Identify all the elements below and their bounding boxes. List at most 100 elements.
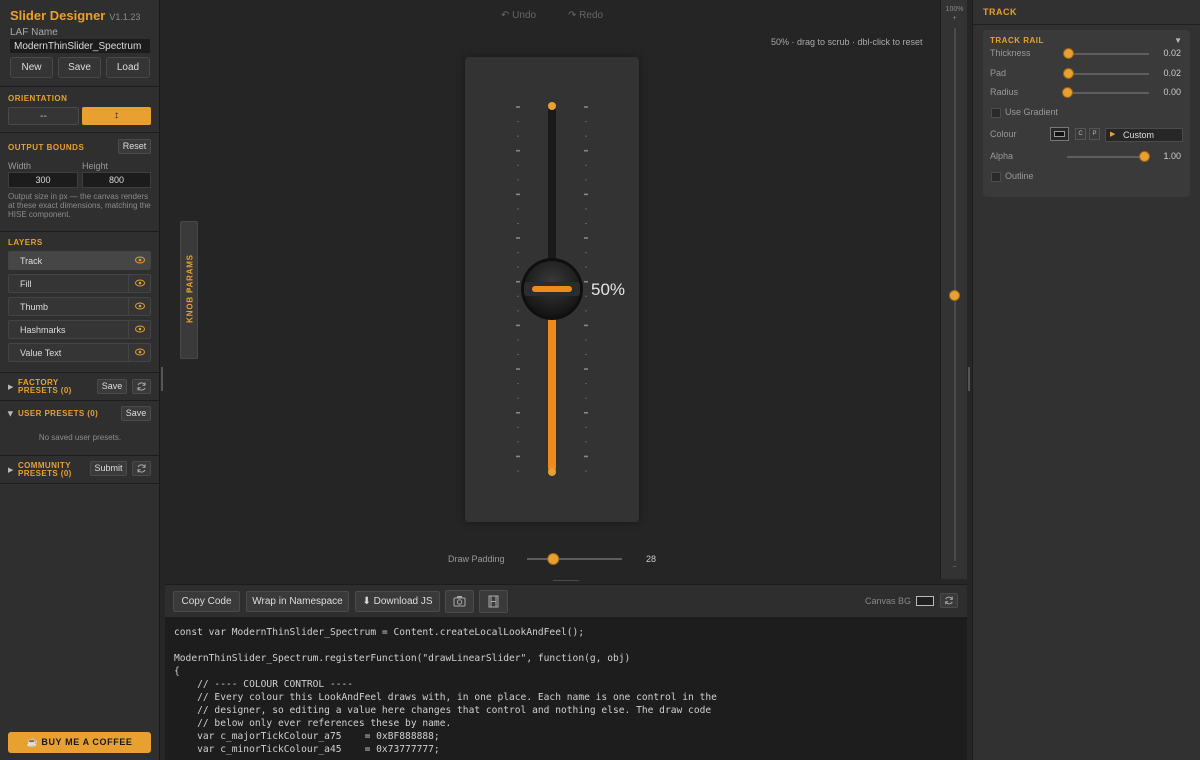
colour-copy-button[interactable]: C	[1075, 128, 1086, 140]
outline-checkbox[interactable]	[991, 172, 1001, 182]
expand-caret-icon[interactable]: ▶	[8, 466, 13, 474]
wrap-namespace-button[interactable]: Wrap in Namespace	[246, 591, 349, 612]
layer-label: Hashmarks	[20, 325, 66, 335]
expand-caret-icon[interactable]: ▶	[8, 383, 13, 391]
thickness-value: 0.02	[1163, 48, 1181, 58]
knob-params-tab[interactable]: KNOB PARAMS ›	[180, 221, 198, 359]
height-input[interactable]: 800	[82, 172, 151, 188]
laf-name-input[interactable]	[10, 39, 150, 53]
layer-item-value-text[interactable]: Value Text	[8, 343, 151, 362]
resize-grip[interactable]	[553, 580, 579, 581]
user-presets-empty-note: No saved user presets.	[38, 433, 122, 442]
slider-thumb[interactable]	[521, 258, 583, 320]
refresh-icon[interactable]	[132, 379, 151, 394]
radius-thumb[interactable]	[1062, 87, 1073, 98]
output-bounds-title: OUTPUT BOUNDS	[8, 143, 85, 152]
layer-label: Value Text	[20, 348, 62, 358]
factory-presets-title[interactable]: FACTORY PRESETS (0)	[18, 379, 72, 395]
orientation-horizontal-button[interactable]: --	[8, 107, 79, 125]
zoom-thumb[interactable]	[949, 289, 960, 301]
alpha-label: Alpha	[990, 151, 1014, 161]
colour-mode-dropdown[interactable]: ▶ Custom	[1105, 128, 1183, 142]
track-rail-title[interactable]: TRACK RAIL	[990, 36, 1044, 45]
use-gradient-checkbox[interactable]	[991, 108, 1001, 118]
pad-track[interactable]	[1067, 73, 1149, 75]
chevron-right-icon: ›	[187, 286, 190, 295]
colour-swatch[interactable]	[1050, 127, 1069, 141]
app-title: Slider Designer V1.1.23	[10, 8, 141, 23]
user-presets-title[interactable]: USER PRESETS (0)	[18, 410, 98, 418]
divider	[0, 372, 160, 373]
layer-item-fill[interactable]: Fill	[8, 274, 151, 293]
alpha-track[interactable]	[1067, 156, 1149, 158]
community-submit-button[interactable]: Submit	[90, 461, 127, 476]
canvas-bg-swatch[interactable]	[916, 596, 934, 606]
code-editor[interactable]: const var ModernThinSlider_Spectrum = Co…	[165, 617, 967, 760]
thickness-track[interactable]	[1067, 53, 1149, 55]
track-rail-card: TRACK RAIL ▼ Thickness 0.02 Pad 0.02 Rad…	[983, 30, 1190, 197]
draw-padding-value: 28	[646, 554, 657, 564]
code-toolbar: Copy Code Wrap in Namespace ⬇ Download J…	[165, 584, 967, 617]
divider	[0, 400, 160, 401]
use-gradient-label: Use Gradient	[1005, 107, 1059, 117]
layer-item-hashmarks[interactable]: Hashmarks	[8, 320, 151, 339]
visibility-eye-icon[interactable]	[128, 298, 150, 315]
width-input[interactable]: 300	[8, 172, 78, 188]
orientation-vertical-button[interactable]: ↕	[82, 107, 151, 125]
buy-me-a-coffee-button[interactable]: ☕ BUY ME A COFFEE	[8, 732, 151, 753]
refresh-icon[interactable]	[940, 593, 958, 608]
code-line: {	[174, 666, 180, 677]
pad-thumb[interactable]	[1063, 68, 1075, 79]
code-line: // below only ever references these by n…	[174, 718, 452, 729]
draw-padding-thumb[interactable]	[547, 553, 560, 565]
pad-value: 0.02	[1163, 68, 1181, 78]
visibility-eye-icon[interactable]	[128, 321, 150, 338]
properties-panel: TRACK TRACK RAIL ▼ Thickness 0.02 Pad 0.…	[972, 0, 1200, 760]
app-version: V1.1.23	[109, 12, 141, 22]
reset-bounds-button[interactable]: Reset	[118, 139, 151, 154]
layer-label: Track	[20, 256, 43, 266]
load-button[interactable]: Load	[106, 57, 150, 78]
divider	[0, 86, 160, 87]
layer-label: Fill	[20, 279, 32, 289]
camera-icon[interactable]	[445, 590, 474, 613]
collapse-icon[interactable]: ▼	[1174, 36, 1182, 45]
colour-paste-button[interactable]: P	[1089, 128, 1100, 140]
visibility-eye-icon[interactable]	[128, 252, 150, 269]
factory-presets-save-button[interactable]: Save	[97, 379, 127, 394]
film-strip-icon[interactable]	[479, 590, 508, 613]
visibility-eye-icon[interactable]	[128, 344, 150, 361]
zoom-in-icon[interactable]: +	[941, 15, 968, 22]
collapse-caret-icon[interactable]: ▶	[7, 411, 15, 416]
alpha-value: 1.00	[1163, 151, 1181, 161]
zoom-strip: 100% + −	[940, 0, 967, 579]
right-splitter-handle[interactable]	[968, 367, 970, 391]
radius-value: 0.00	[1163, 87, 1181, 97]
radius-track[interactable]	[1067, 92, 1149, 94]
copy-code-button[interactable]: Copy Code	[173, 591, 240, 612]
divider	[0, 132, 160, 133]
layer-item-track[interactable]: Track	[8, 251, 151, 270]
redo-button[interactable]: ↷ Redo	[568, 10, 603, 21]
new-button[interactable]: New	[10, 57, 53, 78]
laf-name-label: LAF Name	[10, 27, 58, 38]
outline-label: Outline	[1005, 171, 1034, 181]
layer-item-thumb[interactable]: Thumb	[8, 297, 151, 316]
slider-designer-app: Slider DesignerV1.1.23 LAF Name New Save…	[0, 0, 1200, 760]
left-splitter-handle[interactable]	[161, 367, 163, 391]
save-button[interactable]: Save	[58, 57, 101, 78]
user-presets-save-button[interactable]: Save	[121, 406, 151, 421]
community-presets-title[interactable]: COMMUNITY PRESETS (0)	[18, 462, 72, 478]
code-line: // ---- COLOUR CONTROL ----	[174, 679, 354, 690]
draw-padding-slider[interactable]	[527, 552, 623, 566]
code-line: var c_minorTickColour_a45 = 0x73777777;	[174, 744, 440, 755]
undo-button[interactable]: ↶ Undo	[501, 10, 536, 21]
refresh-icon[interactable]	[132, 461, 151, 476]
visibility-eye-icon[interactable]	[128, 275, 150, 292]
code-line: // Every colour this LookAndFeel draws w…	[174, 692, 717, 703]
thickness-thumb[interactable]	[1063, 48, 1075, 59]
zoom-level-label: 100%	[945, 6, 964, 13]
download-js-button[interactable]: ⬇ Download JS	[355, 591, 440, 612]
code-line: const var ModernThinSlider_Spectrum = Co…	[174, 627, 585, 638]
zoom-out-icon[interactable]: −	[941, 564, 968, 571]
